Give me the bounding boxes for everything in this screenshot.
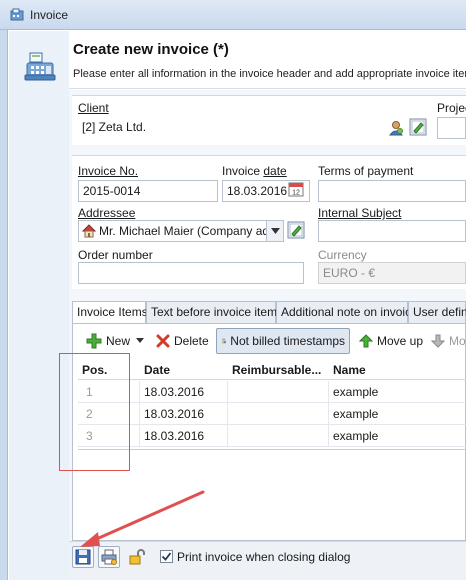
chevron-down-icon [271,228,280,234]
cash-register-icon [24,52,56,81]
delete-x-icon [156,334,170,348]
project-field[interactable] [437,117,466,139]
terms-of-payment-field[interactable] [318,180,466,202]
save-button[interactable] [72,546,94,568]
internal-subject-label: Internal Subject [318,206,402,220]
pos-column-highlight [59,353,130,471]
table-footer-divider [78,449,466,450]
column-header-name[interactable]: Name [329,360,466,380]
addressee-value: Mr. Michael Maier (Company addre [99,224,284,238]
move-down-label: Mov [449,334,466,348]
addressee-label: Addressee [78,206,136,220]
invoice-date-label: Invoice date [222,164,287,178]
arrow-up-icon [359,334,373,348]
tab-additional-note[interactable]: Additional note on invoice [276,301,418,323]
checkmark-icon [161,552,172,561]
print-preview-button[interactable] [98,546,120,568]
not-billed-timestamps-button[interactable]: Not billed timestamps [216,328,350,354]
addressee-edit-icon[interactable] [287,221,305,239]
cell-reimbursable [228,425,329,447]
window-title: Invoice [30,8,69,22]
tab-bar: Invoice Items Text before invoice items … [72,301,466,324]
currency-field: EURO - € [318,262,466,284]
dialog-title: Create new invoice (*) [73,41,229,58]
tab-invoice-items[interactable]: Invoice Items [72,301,148,324]
house-icon [82,224,96,238]
not-billed-timestamps-label: Not billed timestamps [230,334,345,348]
invoice-number-field[interactable]: 2015-0014 [78,180,218,202]
dialog-subtitle: Please enter all information in the invo… [73,68,466,80]
invoice-app-icon [10,8,24,21]
internal-subject-field[interactable] [318,220,466,242]
new-dropdown-button[interactable] [134,328,146,354]
print-on-close-label[interactable]: Print invoice when closing dialog [177,550,350,564]
chevron-down-icon [136,338,144,343]
delete-button[interactable]: Delete [152,328,213,354]
cell-reimbursable [228,403,329,425]
table-row[interactable]: 1 18.03.2016 example [78,381,466,403]
move-up-label: Move up [377,334,424,348]
addressee-dropdown-button[interactable] [266,221,283,241]
move-down-button[interactable]: Mov [427,328,466,354]
cell-name: example [333,429,379,443]
tab-user-defined[interactable]: User define [408,301,466,323]
svg-text:12: 12 [292,190,300,197]
cell-name: example [333,407,379,421]
order-number-field[interactable] [78,262,304,284]
cell-date: 18.03.2016 [140,425,228,447]
arrow-down-icon [431,334,445,348]
floppy-disk-icon [75,549,91,565]
cell-date: 18.03.2016 [140,403,228,425]
table-row[interactable]: 2 18.03.2016 example [78,403,466,425]
table-row[interactable]: 3 18.03.2016 example [78,425,466,447]
move-up-button[interactable]: Move up [355,328,427,354]
unlock-button[interactable] [126,546,148,568]
client-edit-icon[interactable] [409,118,427,136]
client-field[interactable]: [2] Zeta Ltd. [78,117,430,139]
currency-label: Currency [318,248,367,262]
print-on-close-checkbox[interactable] [160,550,173,563]
header-icon-column [9,31,69,580]
addressee-select[interactable]: Mr. Michael Maier (Company addre [78,220,284,242]
new-button-label: New [106,334,131,348]
project-label: Projec [437,101,466,115]
window-left-border [0,30,8,580]
calendar-icon[interactable]: 12 [288,181,304,197]
column-header-reimbursable[interactable]: Reimbursable... [228,360,329,380]
printer-icon [101,549,117,565]
cell-name: example [333,385,379,399]
order-number-label: Order number [78,248,153,262]
cell-reimbursable [228,381,329,403]
delete-button-label: Delete [174,334,209,348]
plus-icon [86,333,102,349]
client-lookup-icon[interactable] [387,119,405,137]
timestamp-icon [221,338,227,344]
invoice-number-label: Invoice No. [78,164,139,178]
dialog-header: Create new invoice (*) Please enter all … [69,31,466,89]
padlock-open-icon [129,549,145,565]
client-label: Client [78,101,109,115]
cell-date: 18.03.2016 [140,381,228,403]
title-bar: Invoice [0,0,466,30]
column-header-date[interactable]: Date [140,360,228,380]
tab-text-before-items[interactable]: Text before invoice items [146,301,283,323]
terms-of-payment-label: Terms of payment [318,164,414,178]
new-button[interactable]: New [82,328,134,354]
